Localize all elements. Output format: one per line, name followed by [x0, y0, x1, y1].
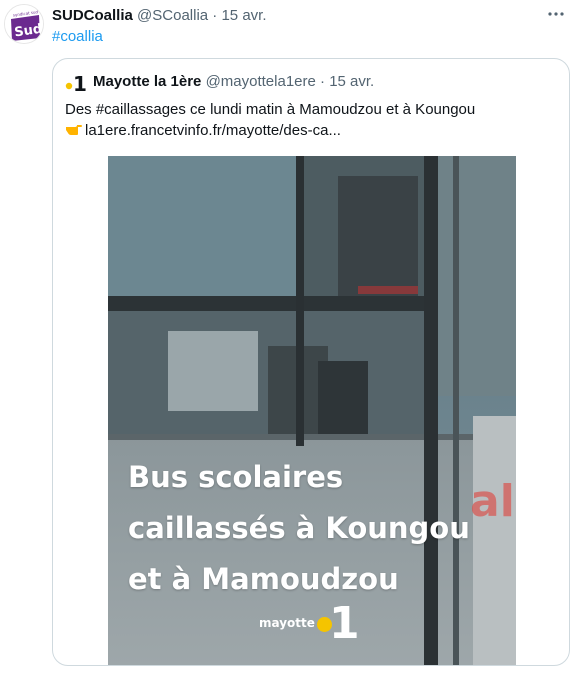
media-overlay-title: Bus scolaires caillassés à Koungou et à … — [128, 452, 470, 605]
hashtag-link[interactable]: #coallia — [52, 27, 103, 47]
separator: · — [320, 73, 326, 90]
separator: · — [212, 7, 218, 24]
quoted-tweet-header: Mayotte la 1ère @mayottela1ere · 15 avr. — [93, 72, 374, 92]
tweet-date[interactable]: 15 avr. — [221, 7, 266, 24]
pointing-hand-icon — [65, 121, 83, 137]
svg-text:1: 1 — [73, 73, 87, 93]
brand-word: mayotte — [259, 616, 315, 630]
tweet-header: SUDCoallia @SCoallia · 15 avr. — [52, 6, 267, 26]
author-handle[interactable]: @SCoallia — [137, 7, 208, 24]
tweet: Sud syndicat sud SUDCoallia @SCoallia · … — [0, 0, 576, 675]
quoted-tweet[interactable]: 1 Mayotte la 1ère @mayottela1ere · 15 av… — [52, 58, 570, 666]
media-image[interactable]: al Bus scolaires caillassés à Koungou et… — [108, 156, 516, 665]
la1ere-logo-icon[interactable]: 1 — [65, 72, 87, 96]
brand-number: 1 — [329, 598, 360, 649]
quoted-author-name[interactable]: Mayotte la 1ère — [93, 73, 201, 90]
article-link[interactable]: la1ere.francetvinfo.fr/mayotte/des-ca... — [85, 122, 341, 139]
quoted-author-handle[interactable]: @mayottela1ere — [206, 73, 316, 90]
svg-text:Sud: Sud — [13, 22, 43, 41]
quoted-tweet-link-line: la1ere.francetvinfo.fr/mayotte/des-ca... — [65, 120, 341, 141]
overlay-line: caillassés à Koungou — [128, 511, 470, 545]
quoted-tweet-date[interactable]: 15 avr. — [329, 73, 374, 90]
overlay-line: Bus scolaires — [128, 460, 344, 494]
quoted-tweet-text: Des #caillassages ce lundi matin à Mamou… — [65, 101, 476, 118]
svg-text:al: al — [470, 476, 515, 527]
author-name[interactable]: SUDCoallia — [52, 7, 133, 24]
overlay-line: et à Mamoudzou — [128, 562, 399, 596]
sud-logo-icon: Sud syndicat sud — [5, 5, 43, 43]
avatar[interactable]: Sud syndicat sud — [4, 4, 44, 44]
more-horizontal-icon[interactable] — [546, 6, 566, 26]
